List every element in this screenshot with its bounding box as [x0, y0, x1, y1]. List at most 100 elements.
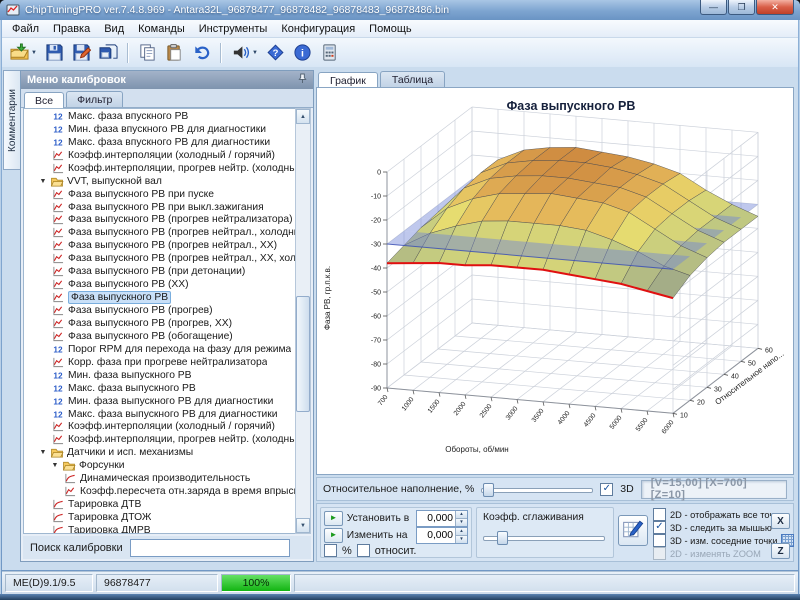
tree-item[interactable]: Коэфф.интерполяции (холодный / горячий) — [24, 149, 295, 162]
sound-button[interactable]: ▼ — [228, 41, 261, 65]
menu-bar: ФайлПравкаВидКомандыИнструментыКонфигура… — [2, 20, 798, 38]
checkbox-relative[interactable] — [357, 544, 370, 557]
tree-item[interactable]: 12Макс. фаза выпускного РВ для диагности… — [24, 408, 295, 421]
scroll-up-icon[interactable]: ▲ — [296, 109, 310, 124]
percent-label: % — [342, 545, 352, 557]
tree-item[interactable]: Динамическая производительность — [24, 472, 295, 485]
load-slider-thumb[interactable] — [483, 483, 494, 497]
tree-folder[interactable]: ▼Датчики и исп. механизмы — [24, 446, 295, 459]
x-axis-button[interactable]: X — [771, 513, 790, 529]
open-file-button[interactable]: ▼ — [7, 41, 40, 65]
apply-change-button[interactable]: ► — [324, 528, 343, 543]
apply-set-button[interactable]: ► — [324, 511, 343, 526]
tree-folder[interactable]: ▼VVT, выпускной вал — [24, 175, 295, 188]
close-button[interactable]: ✕ — [756, 0, 794, 15]
paste-button[interactable] — [162, 41, 187, 65]
tree-item[interactable]: 12Макс. фаза впускного РВ — [24, 110, 295, 123]
display-option-checkbox-0[interactable] — [653, 508, 666, 521]
expander-icon[interactable]: ▼ — [39, 178, 47, 185]
expander-icon[interactable]: ▼ — [51, 462, 59, 469]
menu-item-2[interactable]: Вид — [97, 22, 131, 36]
tree-item[interactable]: Фаза выпускного РВ (прогрев нейтрал., хо… — [24, 226, 295, 239]
tree-item-label: Коэфф.интерполяции, прогрев нейтр. (холо… — [68, 163, 295, 174]
smoothing-slider-thumb[interactable] — [497, 531, 508, 545]
change-decrement-icon[interactable]: ▼ — [456, 535, 467, 543]
save-all-button[interactable] — [96, 41, 121, 65]
save-as-button[interactable] — [69, 41, 94, 65]
smoothing-slider[interactable] — [483, 530, 605, 544]
z-axis-button[interactable]: Z — [771, 543, 790, 559]
tab-table[interactable]: Таблица — [380, 71, 445, 87]
checksum-button[interactable] — [317, 41, 342, 65]
tree-folder[interactable]: ▼Форсунки — [24, 459, 295, 472]
tree-item[interactable]: Фаза выпускного РВ (прогрев) — [24, 304, 295, 317]
svg-text:12: 12 — [53, 346, 63, 355]
tree-item[interactable]: Фаза выпускного РВ (при детонации) — [24, 265, 295, 278]
dropdown-arrow-icon[interactable]: ▼ — [252, 50, 258, 56]
menu-item-3[interactable]: Команды — [131, 22, 192, 36]
tree-item[interactable]: Фаза выпускного РВ (прогрев, ХХ) — [24, 317, 295, 330]
undo-button[interactable] — [189, 41, 214, 65]
info-button[interactable]: i — [290, 41, 315, 65]
dropdown-arrow-icon[interactable]: ▼ — [31, 50, 37, 56]
tree-item[interactable]: 12Мин. фаза выпускного РВ — [24, 369, 295, 382]
tree-item[interactable]: 12Макс. фаза впускного РВ для диагностик… — [24, 136, 295, 149]
tab-filter[interactable]: Фильтр — [66, 91, 123, 107]
tree-item[interactable]: Коэфф.интерполяции, прогрев нейтр. (холо… — [24, 433, 295, 446]
tree-item[interactable]: Фаза выпускного РВ при пуске — [24, 188, 295, 201]
surface-chart[interactable]: Фаза выпускного РВ0-10-20-30-40-50-60-70… — [316, 87, 794, 475]
tree-item[interactable]: Фаза выпускного РВ (прогрев нейтрал., ХХ… — [24, 252, 295, 265]
copy-button[interactable] — [135, 41, 160, 65]
menu-item-1[interactable]: Правка — [46, 22, 97, 36]
display-option-checkbox-2[interactable] — [653, 534, 666, 547]
menu-item-4[interactable]: Инструменты — [192, 22, 275, 36]
load-slider[interactable] — [481, 482, 593, 496]
tree-item[interactable]: Тарировка ДМРВ — [24, 524, 295, 534]
set-increment-icon[interactable]: ▲ — [456, 511, 467, 518]
tree-scrollbar[interactable]: ▲ ▼ — [295, 108, 311, 534]
change-value-input[interactable] — [417, 528, 455, 543]
tab-graph[interactable]: График — [318, 72, 378, 88]
menu-item-5[interactable]: Конфигурация — [274, 22, 362, 36]
checkbox-3d-mode[interactable] — [600, 483, 613, 496]
maximize-button[interactable]: ❐ — [728, 0, 755, 15]
scroll-down-icon[interactable]: ▼ — [296, 518, 310, 533]
svg-text:12: 12 — [53, 126, 63, 135]
tree-item[interactable]: Фаза выпускного РВ при выкл.зажигания — [24, 201, 295, 214]
set-decrement-icon[interactable]: ▼ — [456, 518, 467, 526]
tree-item[interactable]: Фаза выпускного РВ (ХХ) — [24, 278, 295, 291]
edit-table-button[interactable] — [618, 515, 648, 546]
display-option-checkbox-1[interactable] — [653, 521, 666, 534]
tree-item[interactable]: 12Порог RPM для перехода на фазу для реж… — [24, 343, 295, 356]
tree-item[interactable]: 12Мин. фаза впускного РВ для диагностики — [24, 123, 295, 136]
tree-item[interactable]: Тарировка ДТВ — [24, 498, 295, 511]
change-increment-icon[interactable]: ▲ — [456, 528, 467, 535]
status-progress: 100% — [221, 574, 291, 592]
tree-item[interactable]: Корр. фаза при прогреве нейтрализатора — [24, 356, 295, 369]
menu-item-6[interactable]: Помощь — [362, 22, 419, 36]
menu-item-0[interactable]: Файл — [5, 22, 46, 36]
tree-item[interactable]: 12Макс. фаза выпускного РВ — [24, 382, 295, 395]
svg-text:700: 700 — [377, 394, 390, 407]
tree-item[interactable]: Коэфф.пересчета отн.заряда в время впрыс… — [24, 485, 295, 498]
calibration-search-input[interactable] — [130, 539, 290, 557]
compare-button[interactable]: ? — [263, 41, 288, 65]
expander-icon[interactable]: ▼ — [39, 449, 47, 456]
save-button[interactable] — [42, 41, 67, 65]
title-bar[interactable]: ChipTuningPRO ver.7.4.8.969 - Antara32L_… — [0, 0, 800, 20]
tree-item[interactable]: Фаза выпускного РВ — [24, 291, 295, 304]
tab-comments[interactable]: Комментарии — [3, 70, 21, 170]
set-value-input[interactable] — [417, 511, 455, 526]
tree-item[interactable]: Тарировка ДТОЖ — [24, 511, 295, 524]
tree-item[interactable]: Фаза выпускного РВ (прогрев нейтрал., ХХ… — [24, 239, 295, 252]
tree-item[interactable]: Коэфф.интерполяции, прогрев нейтр. (холо… — [24, 162, 295, 175]
checkbox-percent[interactable] — [324, 544, 337, 557]
scrollbar-thumb[interactable] — [296, 296, 310, 412]
minimize-button[interactable]: — — [700, 0, 727, 15]
pin-icon[interactable] — [298, 73, 307, 87]
tree-item[interactable]: 12Мин. фаза выпускного РВ для диагностик… — [24, 395, 295, 408]
tree-item[interactable]: Коэфф.интерполяции (холодный / горячий) — [24, 421, 295, 434]
tree-item[interactable]: Фаза выпускного РВ (обогащение) — [24, 330, 295, 343]
tab-all[interactable]: Все — [24, 92, 64, 108]
tree-item[interactable]: Фаза выпускного РВ (прогрев нейтрализато… — [24, 214, 295, 227]
